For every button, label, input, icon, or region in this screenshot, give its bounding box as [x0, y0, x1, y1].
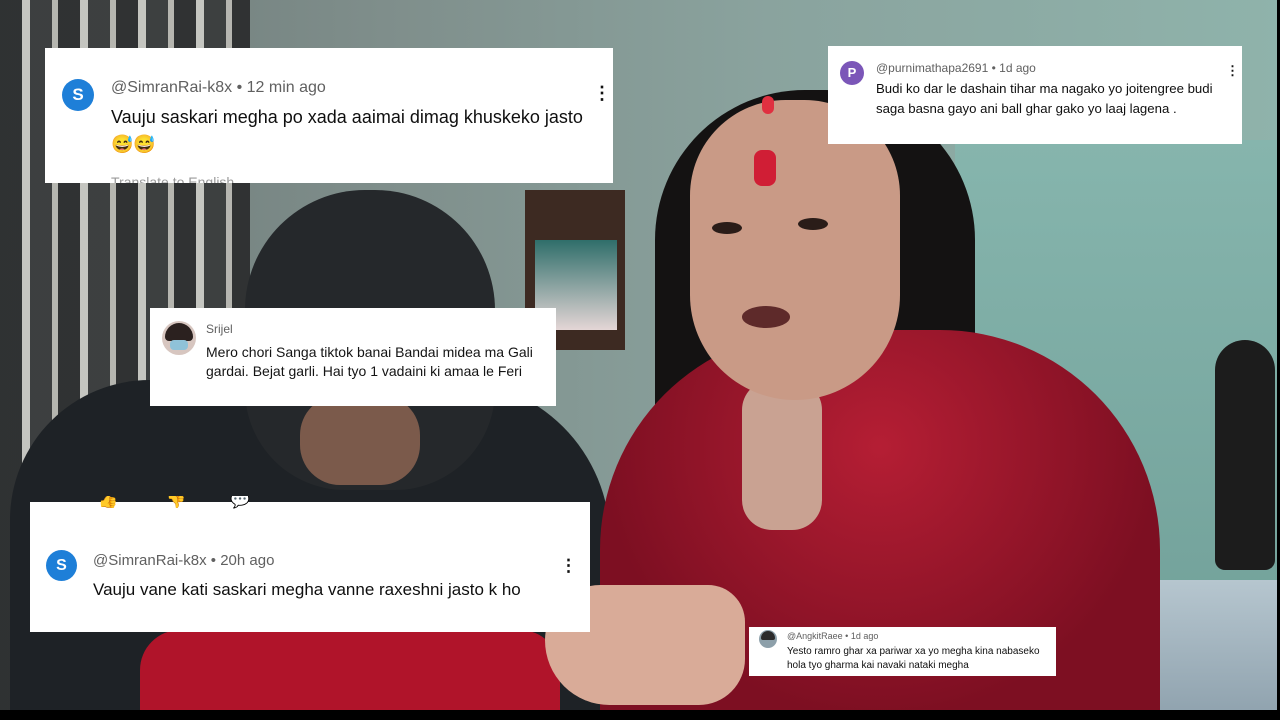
comment-author[interactable]: @purnimathapa2691 [876, 61, 988, 75]
translate-link[interactable]: Translate to English [111, 174, 234, 183]
comment-card: Srijel Mero chori Sanga tiktok banai Ban… [150, 308, 556, 406]
reply-icon[interactable]: 💬 [230, 496, 250, 510]
avatar[interactable]: P [840, 61, 864, 85]
right-person-face [690, 100, 900, 400]
comment-time[interactable]: 12 min ago [247, 79, 326, 96]
more-options-icon[interactable]: ⋮ [593, 83, 611, 104]
left-person-face [300, 395, 420, 485]
comment-time[interactable]: 1d ago [851, 631, 879, 641]
comment-text: Budi ko dar le dashain tihar ma nagako y… [876, 81, 1213, 116]
more-options-icon[interactable]: ⋮ [1226, 63, 1239, 79]
avatar[interactable]: S [62, 79, 94, 111]
comment-card: P @purnimathapa2691 • 1d ago Budi ko dar… [828, 46, 1242, 144]
right-person-eye [712, 222, 742, 234]
red-blanket [140, 630, 560, 720]
meta-separator: • [988, 61, 1000, 75]
comment-card: S @SimranRai-k8x • 12 min ago Vauju sask… [45, 48, 613, 183]
chair [1215, 340, 1275, 570]
more-options-icon[interactable]: ⋮ [560, 556, 577, 576]
comment-meta: @SimranRai-k8x • 20h ago [93, 552, 274, 569]
comment-time[interactable]: 1d ago [999, 61, 1036, 75]
comment-meta: @SimranRai-k8x • 12 min ago [111, 79, 326, 97]
avatar[interactable] [759, 630, 777, 648]
comment-text: Vauju vane kati saskari megha vanne raxe… [93, 580, 521, 599]
comment-meta: @AngkitRaee • 1d ago [787, 631, 878, 641]
letterbox-bar [0, 710, 1280, 720]
comment-text: Yesto ramro ghar xa pariwar xa yo megha … [787, 646, 1040, 671]
avatar[interactable] [162, 321, 196, 355]
comment-author[interactable]: @AngkitRaee [787, 631, 843, 641]
meta-separator: • [206, 552, 221, 569]
comment-text: Mero chori Sanga tiktok banai Bandai mid… [206, 344, 533, 379]
avatar-mask [170, 340, 188, 350]
right-person-neck [742, 380, 822, 530]
tika-mark [754, 150, 776, 186]
comment-card: 👍 👎 💬 S @SimranRai-k8x • 20h ago Vauju v… [30, 496, 590, 632]
comment-author[interactable]: @SimranRai-k8x [93, 552, 207, 569]
comment-author[interactable]: Srijel [206, 322, 233, 336]
like-icon[interactable]: 👍 [98, 496, 118, 510]
comment-text: Vauju saskari megha po xada aaimai dimag… [111, 107, 583, 154]
avatar-hair [761, 631, 775, 640]
avatar-hair [165, 323, 193, 341]
dislike-icon[interactable]: 👎 [166, 496, 186, 510]
meta-separator: • [232, 79, 247, 96]
right-person-mouth [742, 306, 790, 328]
avatar[interactable]: S [46, 550, 77, 581]
meta-separator: • [842, 631, 851, 641]
comment-actions: 👍 👎 💬 [90, 496, 310, 510]
comment-author[interactable]: @SimranRai-k8x [111, 79, 232, 96]
sindoor-mark [762, 96, 774, 114]
comment-card: @AngkitRaee • 1d ago Yesto ramro ghar xa… [749, 627, 1056, 676]
comment-time[interactable]: 20h ago [220, 552, 274, 569]
right-person-eye [798, 218, 828, 230]
comment-meta: @purnimathapa2691 • 1d ago [876, 61, 1036, 75]
